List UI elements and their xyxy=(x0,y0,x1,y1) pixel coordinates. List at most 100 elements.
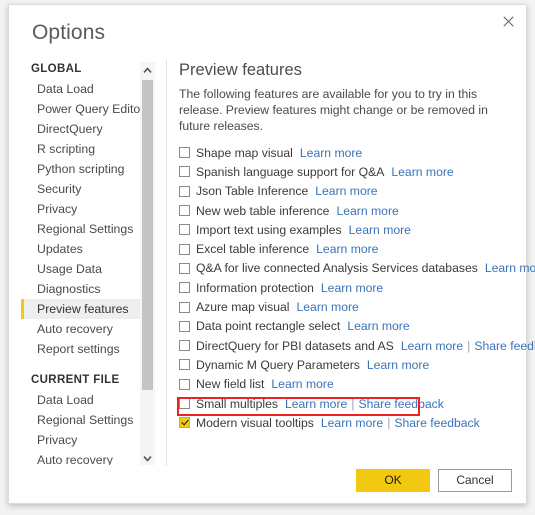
content-pane: Preview features The following features … xyxy=(179,61,535,432)
sidebar-item-regional-settings[interactable]: Regional Settings xyxy=(21,219,141,239)
checkbox-new-field-list[interactable] xyxy=(179,378,190,390)
feature-label: New web table inference xyxy=(196,203,330,218)
learn-more-link[interactable]: Learn more xyxy=(336,204,398,218)
feature-row: New field list Learn more xyxy=(179,375,517,394)
learn-more-link[interactable]: Learn more xyxy=(316,242,378,256)
learn-more-link[interactable]: Learn more xyxy=(401,339,463,353)
feature-row: Small multiples Learn more | Share feedback xyxy=(179,394,517,413)
learn-more-link[interactable]: Learn more xyxy=(347,319,409,333)
feature-label: Json Table Inference xyxy=(196,184,309,199)
options-dialog-screen: Options GLOBAL Data Load Power Query Edito… xyxy=(0,0,535,515)
sidebar-item-regional-settings[interactable]: Regional Settings xyxy=(21,410,141,430)
checkbox-new-web-table-inference[interactable] xyxy=(179,205,190,217)
checkbox-modern-visual-tooltips[interactable] xyxy=(179,417,190,429)
feature-label: Azure map visual xyxy=(196,300,290,315)
checkbox-information-protection[interactable] xyxy=(179,282,190,294)
options-dialog: Options GLOBAL Data Load Power Query Edito… xyxy=(8,4,535,504)
learn-more-link[interactable]: Learn more xyxy=(296,300,358,314)
checkbox-q-a-for-live-connected-analysis-services-databases[interactable] xyxy=(179,262,190,274)
sidebar-item-usage-data[interactable]: Usage Data xyxy=(21,259,141,279)
learn-more-link[interactable]: Learn more xyxy=(321,416,383,430)
sidebar-group-header: GLOBAL xyxy=(31,63,82,75)
cancel-button[interactable]: Cancel xyxy=(438,469,512,492)
preview-features-list: Shape map visual Learn more Spanish langua… xyxy=(179,143,535,432)
checkbox-directquery-for-pbi-datasets-and-as[interactable] xyxy=(179,340,190,352)
sidebar-item-power-query-editor[interactable]: Power Query Editor xyxy=(21,99,144,119)
sidebar-item-updates[interactable]: Updates xyxy=(21,239,141,259)
sidebar-item-diagnostics[interactable]: Diagnostics xyxy=(21,279,141,299)
checkbox-excel-table-inference[interactable] xyxy=(179,243,190,255)
feature-row: DirectQuery for PBI datasets and AS Learn… xyxy=(179,336,535,355)
feature-label: Spanish language support for Q&A xyxy=(196,164,385,179)
feature-row: Json Table Inference Learn more xyxy=(179,182,517,201)
share-feedback-link[interactable]: Share feedback xyxy=(474,339,535,353)
close-icon xyxy=(502,15,514,27)
sidebar-item-preview-features[interactable]: Preview features xyxy=(21,299,141,319)
section-heading: Preview features xyxy=(179,61,302,79)
section-description: The following features are available for… xyxy=(179,87,488,133)
sidebar-item-privacy[interactable]: Privacy xyxy=(21,430,141,450)
feature-label: Shape map visual xyxy=(196,145,293,160)
feature-label: Excel table inference xyxy=(196,242,310,257)
feature-row: Shape map visual Learn more xyxy=(179,143,517,162)
checkbox-azure-map-visual[interactable] xyxy=(179,301,190,313)
feature-label: Q&A for live connected Analysis Services… xyxy=(196,261,478,276)
link-separator: | xyxy=(467,338,471,353)
sidebar-scrollbar[interactable] xyxy=(140,62,155,465)
learn-more-link[interactable]: Learn more xyxy=(321,281,383,295)
feature-label: DirectQuery for PBI datasets and AS xyxy=(196,338,394,353)
sidebar-item-data-load[interactable]: Data Load xyxy=(21,390,141,410)
sidebar-item-python-scripting[interactable]: Python scripting xyxy=(21,159,141,179)
checkbox-shape-map-visual[interactable] xyxy=(179,147,190,159)
feature-label: New field list xyxy=(196,377,265,392)
checkbox-import-text-using-examples[interactable] xyxy=(179,224,190,236)
sidebar-item-report-settings[interactable]: Report settings xyxy=(21,339,141,359)
feature-row: Dynamic M Query Parameters Learn more xyxy=(179,355,517,374)
learn-more-link[interactable]: Learn more xyxy=(367,358,429,372)
sidebar-item-directquery[interactable]: DirectQuery xyxy=(21,119,141,139)
share-feedback-link[interactable]: Share feedback xyxy=(358,397,443,411)
feature-row: Modern visual tooltips Learn more | Share f… xyxy=(179,413,517,432)
feature-row: Information protection Learn more xyxy=(179,278,517,297)
learn-more-link[interactable]: Learn more xyxy=(391,165,453,179)
checkbox-small-multiples[interactable] xyxy=(179,398,190,409)
scrollbar-thumb[interactable] xyxy=(142,80,153,390)
settings-sidebar[interactable]: GLOBAL Data Load Power Query Editor DirectQ… xyxy=(21,61,154,465)
link-separator: | xyxy=(351,396,355,411)
learn-more-link[interactable]: Learn more xyxy=(271,377,333,391)
feature-row: Spanish language support for Q&A Learn mo… xyxy=(179,162,517,181)
checkbox-dynamic-m-query-parameters[interactable] xyxy=(179,359,190,371)
sidebar-content-divider xyxy=(166,60,167,466)
learn-more-link[interactable]: Learn more xyxy=(485,261,535,275)
learn-more-link[interactable]: Learn more xyxy=(315,184,377,198)
feature-label: Small multiples xyxy=(196,396,278,411)
learn-more-link[interactable]: Learn more xyxy=(349,223,411,237)
feature-row: Q&A for live connected Analysis Services… xyxy=(179,259,535,278)
feature-row: Import text using examples Learn more xyxy=(179,220,517,239)
checkbox-spanish-language-support-for-q-a[interactable] xyxy=(179,166,190,178)
sidebar-list: GLOBAL Data Load Power Query Editor DirectQ… xyxy=(21,61,144,465)
share-feedback-link[interactable]: Share feedback xyxy=(394,416,479,430)
learn-more-link[interactable]: Learn more xyxy=(300,146,362,160)
link-separator: | xyxy=(387,415,391,430)
feature-row: New web table inference Learn more xyxy=(179,201,517,220)
close-button[interactable] xyxy=(493,8,523,34)
learn-more-link[interactable]: Learn more xyxy=(285,397,347,411)
checkbox-json-table-inference[interactable] xyxy=(179,185,190,197)
sidebar-item-auto-recovery[interactable]: Auto recovery xyxy=(21,319,141,339)
chevron-up-icon xyxy=(143,61,152,79)
sidebar-item-r-scripting[interactable]: R scripting xyxy=(21,139,141,159)
ok-button[interactable]: OK xyxy=(356,469,430,492)
feature-row: Data point rectangle select Learn more xyxy=(179,317,517,336)
checkbox-data-point-rectangle-select[interactable] xyxy=(179,320,190,332)
sidebar-item-security[interactable]: Security xyxy=(21,179,141,199)
page-title: Options xyxy=(32,21,106,44)
feature-label: Modern visual tooltips xyxy=(196,415,314,430)
scroll-up-button[interactable] xyxy=(140,62,155,77)
feature-row: Excel table inference Learn more xyxy=(179,239,517,258)
sidebar-item-data-load[interactable]: Data Load xyxy=(21,79,141,99)
sidebar-item-privacy[interactable]: Privacy xyxy=(21,199,141,219)
feature-label: Data point rectangle select xyxy=(196,319,341,334)
dialog-footer: OK Cancel xyxy=(9,459,526,503)
sidebar-group-header: CURRENT FILE xyxy=(31,374,120,386)
